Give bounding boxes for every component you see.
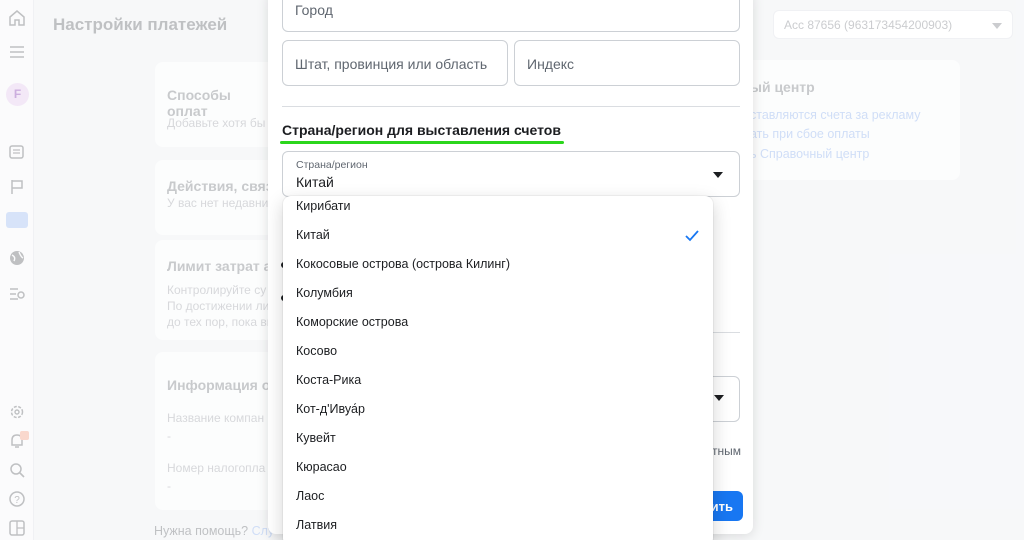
country-option[interactable]: Колумбия: [283, 279, 713, 308]
option-label: Лаос: [296, 489, 325, 503]
country-option[interactable]: Коморские острова: [283, 308, 713, 337]
state-field[interactable]: Штат, провинция или область: [282, 40, 508, 86]
zip-placeholder: Индекс: [527, 56, 575, 72]
country-label: Страна/регион: [296, 159, 368, 171]
country-option[interactable]: Косово: [283, 337, 713, 366]
option-label: Коста-Рика: [296, 373, 362, 387]
option-label: Латвия: [296, 518, 337, 532]
option-label: Кокосовые острова (острова Килинг): [296, 257, 511, 271]
checkmark-icon: [685, 230, 699, 242]
option-label: Китай: [296, 228, 330, 242]
country-option-selected[interactable]: Китай: [283, 221, 713, 250]
country-option[interactable]: Латвия: [283, 511, 713, 540]
country-option[interactable]: Кувейт: [283, 424, 713, 453]
state-placeholder: Штат, провинция или область: [295, 56, 488, 72]
option-label: Косово: [296, 344, 338, 358]
chevron-down-icon: [713, 172, 723, 178]
option-label: Кот-д'Ивуа́р: [296, 402, 365, 416]
section-title: Страна/регион для выставления счетов: [282, 122, 561, 138]
country-option[interactable]: Коста-Рика: [283, 366, 713, 395]
zip-field[interactable]: Индекс: [514, 40, 740, 86]
city-field[interactable]: Город: [282, 0, 740, 32]
city-placeholder: Город: [295, 2, 333, 18]
country-value: Китай: [296, 174, 334, 190]
option-label: Коморские острова: [296, 315, 409, 329]
country-select[interactable]: Страна/регион Китай: [282, 151, 740, 197]
partial-text: тным: [712, 444, 741, 458]
country-option[interactable]: Лаос: [283, 482, 713, 511]
chevron-down-icon: [714, 395, 724, 401]
country-option[interactable]: Кюрасао: [283, 453, 713, 482]
divider: [282, 106, 740, 107]
country-option[interactable]: Кот-д'Ивуа́р: [283, 395, 713, 424]
save-button[interactable]: ить: [708, 491, 743, 521]
option-label: Колумбия: [296, 286, 353, 300]
highlight-underline: [280, 141, 564, 144]
country-option[interactable]: Кокосовые острова (острова Килинг): [283, 250, 713, 279]
option-label: Кирибати: [296, 199, 351, 213]
country-option[interactable]: Кирибати: [283, 196, 713, 221]
country-dropdown-list: Кирибати Китай Кокосовые острова (остров…: [283, 196, 713, 540]
option-label: Кувейт: [296, 431, 336, 445]
option-label: Кюрасао: [296, 460, 347, 474]
